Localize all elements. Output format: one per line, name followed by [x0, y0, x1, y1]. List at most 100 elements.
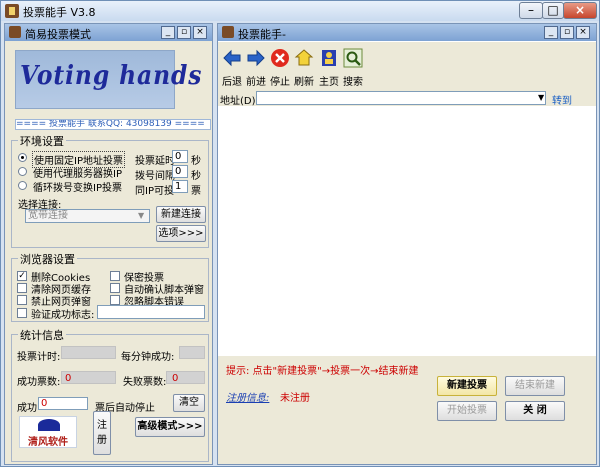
- fail-count-value: 0: [172, 373, 179, 384]
- vote-timer-value: [61, 346, 116, 359]
- hint-text: 提示: 点击"新建投票"→投票一次→结束新建: [226, 366, 419, 377]
- app-icon: [222, 26, 234, 38]
- verify-checkbox[interactable]: [17, 308, 27, 318]
- delete-cookies-checkbox[interactable]: ✓: [17, 271, 27, 281]
- new-vote-button[interactable]: 新建投票: [437, 376, 497, 396]
- refresh-icon: [294, 49, 314, 66]
- vote-timer-label: 投票计时:: [17, 352, 61, 363]
- restore-icon[interactable]: ▫: [560, 26, 574, 39]
- radio-proxy-ip[interactable]: [18, 167, 27, 176]
- minimize-icon[interactable]: _: [544, 26, 558, 39]
- radio-dial-ip[interactable]: [18, 181, 27, 190]
- refresh-button[interactable]: 刷新: [293, 48, 315, 88]
- voting-hands-logo: Voting hands: [15, 50, 201, 109]
- register-button[interactable]: 注册: [93, 411, 111, 455]
- keep-vote-checkbox[interactable]: [110, 271, 120, 281]
- vote-control-panel: 提示: 点击"新建投票"→投票一次→结束新建 注册信息: 未注册 新建投票 结束…: [218, 356, 596, 464]
- simple-mode-title: 简易投票模式: [25, 28, 91, 41]
- option-proxy-ip-label: 使用代理服务器换IP: [33, 169, 122, 180]
- block-popup-checkbox[interactable]: [17, 295, 27, 305]
- refresh-label: 刷新: [294, 77, 314, 88]
- brand-emblem-icon: [38, 419, 60, 431]
- app-icon: [9, 26, 21, 38]
- register-info-label: 注册信息:: [226, 393, 270, 404]
- per-minute-value: [179, 346, 205, 359]
- stop-label: 停止: [270, 77, 290, 88]
- clear-cache-checkbox[interactable]: [17, 283, 27, 293]
- end-new-button[interactable]: 结束新建: [505, 376, 565, 396]
- close-window-button[interactable]: ×: [563, 2, 597, 19]
- vote-delay-input[interactable]: 0: [172, 150, 188, 163]
- dial-interval-input[interactable]: 0: [172, 165, 188, 178]
- vote-delay-label: 投票延时: [135, 156, 175, 167]
- browser-title-bar: 投票能手- _ ▫ ×: [218, 24, 596, 41]
- ignore-errors-checkbox[interactable]: [110, 295, 120, 305]
- dial-interval-label: 拨号间隔: [135, 171, 175, 182]
- minimize-icon[interactable]: _: [161, 26, 175, 39]
- app-window: 投票能手 V3.8 – □ × 简易投票模式 _ ▫ × Voting hand…: [0, 0, 600, 467]
- simple-mode-title-bar: 简易投票模式 _ ▫ ×: [5, 24, 212, 41]
- brand-name: 清风软件: [28, 437, 68, 448]
- search-icon: [343, 48, 363, 68]
- browser-settings-legend: 浏览器设置: [18, 251, 77, 267]
- address-input[interactable]: [256, 91, 546, 105]
- home-icon: [322, 50, 336, 66]
- browser-title: 投票能手-: [238, 28, 286, 41]
- clear-button[interactable]: 清空: [173, 394, 205, 412]
- home-label: 主页: [319, 77, 339, 88]
- success-count-label: 成功票数:: [17, 377, 61, 388]
- browser-window: 投票能手- _ ▫ × 后退 前进 停止 刷新 主页 搜索 地址(D) ▼ 转到…: [217, 23, 597, 465]
- browser-content[interactable]: [218, 106, 596, 364]
- success-stop-label: 成功: [17, 403, 37, 414]
- env-settings-legend: 环境设置: [18, 133, 66, 149]
- fail-count-label: 失败票数:: [123, 377, 167, 388]
- back-label: 后退: [222, 77, 242, 88]
- contact-banner: ==== 投票能手 联系QQ: 43098139 ====: [15, 119, 211, 130]
- connection-select[interactable]: 宽带连接: [25, 209, 150, 223]
- close-icon[interactable]: ×: [576, 26, 590, 39]
- stop-button[interactable]: 停止: [269, 48, 291, 88]
- maximize-button[interactable]: □: [542, 2, 564, 19]
- success-stop-input[interactable]: 0: [38, 397, 88, 410]
- new-connection-button[interactable]: 新建连接: [156, 206, 206, 223]
- verify-input[interactable]: [97, 305, 205, 319]
- per-minute-label: 每分钟成功:: [121, 352, 175, 363]
- option-dial-ip-label: 循环拨号变换IP投票: [33, 183, 122, 194]
- back-arrow-icon: [223, 49, 241, 67]
- advanced-mode-button[interactable]: 高级模式>>>: [135, 417, 205, 437]
- restore-icon[interactable]: ▫: [177, 26, 191, 39]
- address-bar: 地址(D) ▼ 转到: [218, 90, 596, 107]
- close-button[interactable]: 关 闭: [505, 401, 565, 421]
- unit-seconds-label-2: 秒: [191, 171, 201, 182]
- unit-votes-label: 票: [191, 186, 201, 197]
- start-vote-button[interactable]: 开始投票: [437, 401, 497, 421]
- close-icon[interactable]: ×: [193, 26, 207, 39]
- address-label: 地址(D): [220, 96, 256, 107]
- radio-fixed-ip[interactable]: [18, 153, 27, 162]
- go-link[interactable]: 转到: [552, 92, 572, 107]
- unit-seconds-label: 秒: [191, 156, 201, 167]
- same-ip-input[interactable]: 1: [172, 180, 188, 193]
- back-button[interactable]: 后退: [221, 48, 243, 88]
- search-label: 搜索: [343, 77, 363, 88]
- app-icon: [5, 4, 19, 18]
- forward-label: 前进: [246, 77, 266, 88]
- register-status: 未注册: [280, 393, 310, 404]
- home-button[interactable]: 主页: [318, 48, 340, 88]
- chevron-down-icon[interactable]: ▼: [538, 93, 544, 102]
- window-title: 投票能手 V3.8: [23, 6, 96, 19]
- stop-icon: [271, 49, 289, 67]
- search-button[interactable]: 搜索: [342, 48, 364, 88]
- connection-value: 宽带连接: [28, 210, 68, 221]
- verify-label: 验证成功标志:: [31, 310, 95, 321]
- chevron-down-icon[interactable]: ▼: [138, 211, 144, 220]
- same-ip-label: 同IP可投: [135, 186, 174, 197]
- title-bar: 投票能手 V3.8 – □ ×: [1, 1, 599, 21]
- minimize-button[interactable]: –: [519, 2, 543, 19]
- success-count-value: 0: [65, 373, 72, 384]
- auto-confirm-checkbox[interactable]: [110, 283, 120, 293]
- options-button[interactable]: 选项>>>: [156, 225, 206, 242]
- forward-arrow-icon: [247, 49, 265, 67]
- brand-logo: 清风软件: [19, 416, 77, 448]
- forward-button[interactable]: 前进: [245, 48, 267, 88]
